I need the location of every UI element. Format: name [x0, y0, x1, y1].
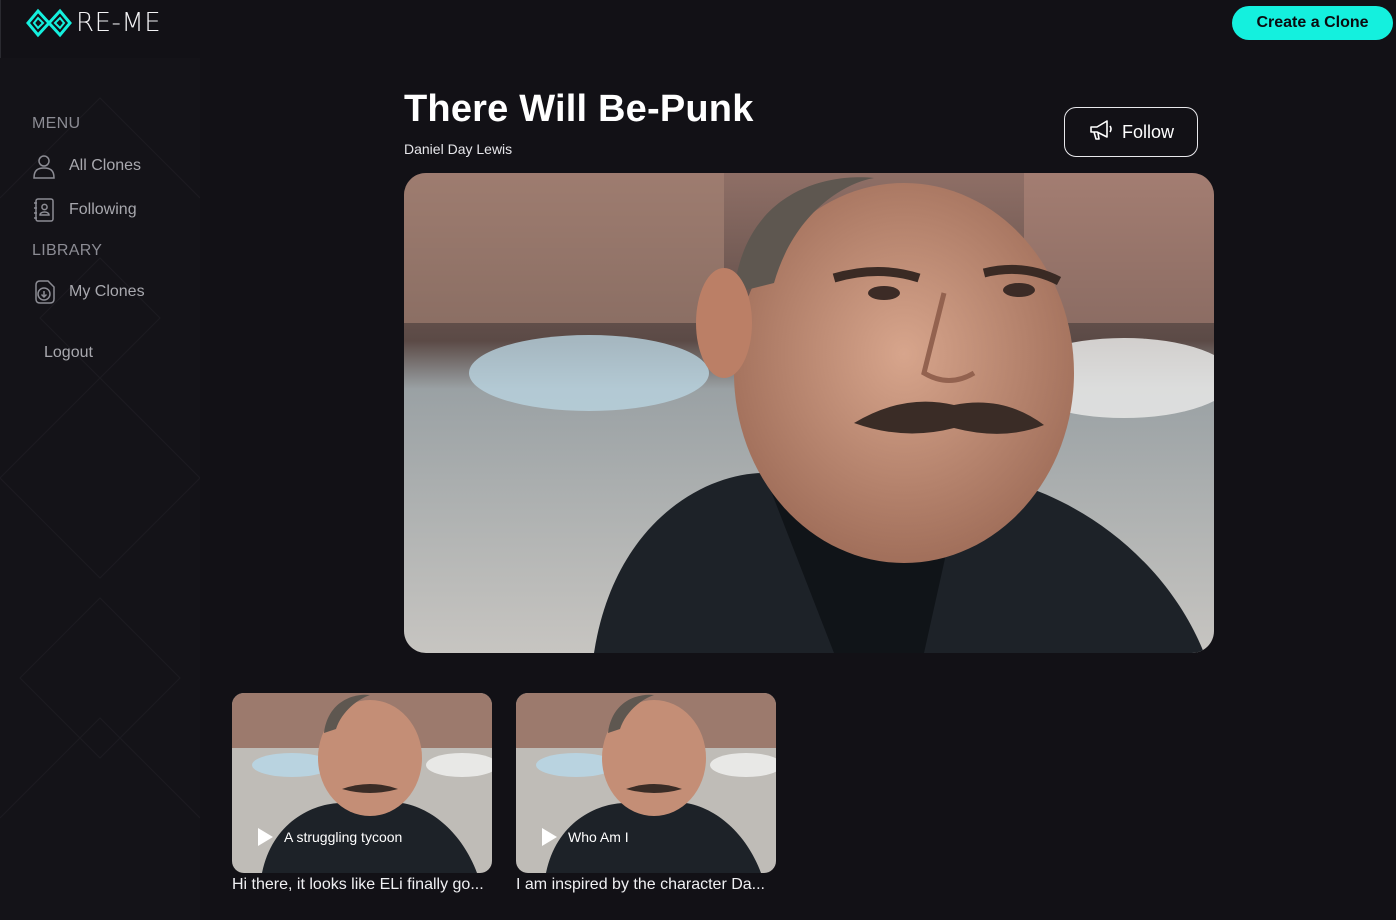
video-caption[interactable]: Hi there, it looks like ELi finally go..…: [232, 876, 492, 894]
sidebar-item-my-clones[interactable]: My Clones: [31, 277, 145, 307]
logout-link[interactable]: Logout: [44, 344, 93, 362]
video-thumbnail[interactable]: A struggling tycoon: [232, 693, 492, 873]
contacts-book-icon: [31, 197, 57, 223]
play-icon: [258, 828, 273, 846]
user-icon: [31, 153, 57, 179]
sidebar-item-label: My Clones: [69, 283, 145, 300]
sidebar-pattern-decoration: [0, 97, 200, 819]
library-section-label: LIBRARY: [32, 242, 103, 259]
play-overlay[interactable]: A struggling tycoon: [256, 827, 402, 847]
sidebar-item-all-clones[interactable]: All Clones: [31, 151, 141, 181]
megaphone-icon: [1088, 118, 1114, 147]
sidebar: MENU All Clones Following LIBRARY My Clo…: [0, 58, 200, 920]
hero-portrait-image: [404, 173, 1214, 653]
video-card[interactable]: A struggling tycoon Hi there, it looks l…: [232, 693, 492, 894]
follow-button[interactable]: Follow: [1064, 107, 1198, 157]
sidebar-item-label: All Clones: [69, 157, 142, 174]
create-clone-button[interactable]: Create a Clone: [1232, 6, 1393, 40]
menu-section-label: MENU: [32, 115, 81, 132]
sidebar-item-following[interactable]: Following: [31, 195, 137, 225]
video-title: Who Am I: [568, 829, 629, 845]
brand-logo[interactable]: RE-ME: [24, 6, 161, 40]
logo-icon: [26, 8, 72, 38]
video-caption[interactable]: I am inspired by the character Da...: [516, 876, 776, 894]
download-file-icon: [31, 279, 57, 305]
follow-label: Follow: [1121, 121, 1174, 142]
clone-author: Daniel Day Lewis: [404, 141, 513, 157]
brand-name: RE-ME: [76, 8, 162, 38]
page-title: There Will Be-Punk: [404, 88, 754, 130]
play-icon: [542, 828, 557, 846]
sidebar-item-label: Following: [69, 201, 137, 218]
video-card[interactable]: Who Am I I am inspired by the character …: [516, 693, 776, 894]
video-title: A struggling tycoon: [284, 829, 403, 845]
play-overlay[interactable]: Who Am I: [540, 827, 629, 847]
video-thumbnail[interactable]: Who Am I: [516, 693, 776, 873]
